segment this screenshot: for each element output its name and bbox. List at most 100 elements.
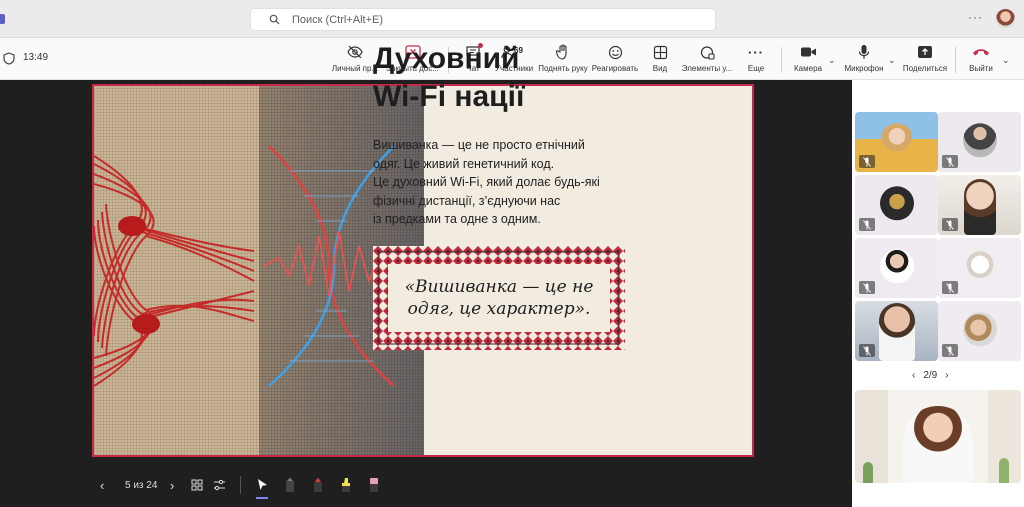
red-pen-icon xyxy=(314,477,322,492)
participant-video xyxy=(964,179,996,235)
slide-quote-line2: одяг, це характер». xyxy=(407,299,591,319)
slide-title-line2: Wi-Fi нації xyxy=(373,80,525,113)
share-screen-icon xyxy=(918,46,932,58)
meeting-timer: 13:49 xyxy=(23,52,49,63)
mic-muted-icon xyxy=(942,344,958,357)
participant-video-tile[interactable] xyxy=(938,238,1021,298)
plant-decoration xyxy=(863,462,873,483)
camera-icon xyxy=(800,47,816,57)
slide-quote: «Вишиванка — це не одяг, це характер». xyxy=(388,264,610,332)
participant-video-tile[interactable] xyxy=(938,175,1021,235)
profile-avatar[interactable] xyxy=(996,9,1015,28)
participant-video-tile[interactable] xyxy=(855,238,938,298)
leave-button[interactable]: Выйти xyxy=(966,43,996,77)
slide-quote-line1: «Вишиванка — це не xyxy=(404,277,594,297)
plant-decoration xyxy=(999,458,1009,483)
more-options-icon[interactable]: ··· xyxy=(968,10,983,24)
chevron-right-icon: › xyxy=(170,477,175,493)
apps-icon xyxy=(700,45,715,60)
pen-tool-button[interactable] xyxy=(284,476,296,494)
cursor-arrow-icon xyxy=(258,479,267,490)
gallery-prev-chevron-icon[interactable]: ‹ xyxy=(912,370,915,381)
participant-photo xyxy=(879,123,914,158)
mic-muted-icon xyxy=(942,218,958,231)
camera-options-chevron-icon[interactable]: ⌄ xyxy=(828,55,836,66)
shield-icon[interactable] xyxy=(3,52,15,65)
grid-icon xyxy=(191,479,203,491)
eraser-tool-button[interactable] xyxy=(368,476,380,494)
slide-body-text: Вишиванка — це не просто етнічний одяг. … xyxy=(373,136,643,229)
toolbar-divider xyxy=(781,47,782,73)
slide-body-line: одяг. Це живий генетичний код. xyxy=(373,156,555,171)
previous-slide-button[interactable]: ‹ xyxy=(100,476,104,494)
gallery-page-indicator: 2/9 xyxy=(923,370,938,381)
slide-title: Духовний Wi-Fi нації xyxy=(373,40,633,116)
more-label: Еще xyxy=(747,64,765,73)
more-button[interactable]: ··· Еще xyxy=(744,43,768,77)
slide-body-line: Це духовний Wi-Fi, який долає будь-які xyxy=(373,175,600,189)
sliders-icon xyxy=(214,479,225,491)
participant-video-tile[interactable] xyxy=(855,112,938,172)
participant-video-tile[interactable] xyxy=(938,112,1021,172)
highlighter-icon xyxy=(342,478,350,492)
search-icon xyxy=(269,14,280,25)
view-button[interactable]: Вид xyxy=(648,43,672,77)
slide-body-line: фізичні дистанції, з’єднуючи нас xyxy=(373,193,561,208)
slide-body-line: Вишиванка — це не просто етнічний xyxy=(373,138,585,152)
self-video-preview[interactable] xyxy=(855,390,1021,483)
participant-avatar xyxy=(879,249,914,284)
hang-up-icon xyxy=(973,49,989,56)
view-label: Вид xyxy=(652,64,668,73)
apps-button[interactable]: Элементы у... xyxy=(682,43,732,77)
mic-muted-icon xyxy=(859,281,875,294)
presenter-video xyxy=(903,406,973,483)
red-pen-tool-button[interactable] xyxy=(312,476,324,494)
participant-video-tile[interactable] xyxy=(855,301,938,361)
controls-divider xyxy=(240,476,241,494)
participant-avatar xyxy=(962,123,997,158)
share-button[interactable]: Поделиться xyxy=(902,43,948,77)
leave-label: Выйти xyxy=(969,64,993,73)
share-label: Поделиться xyxy=(902,64,948,73)
toolbar-divider xyxy=(955,47,956,73)
camera-label: Камера xyxy=(794,64,822,73)
slide-title-line1: Духовний xyxy=(373,42,520,75)
active-tool-indicator xyxy=(256,497,268,499)
slide-page-indicator: 5 из 24 xyxy=(125,479,158,491)
participant-video-tile[interactable] xyxy=(938,301,1021,361)
mic-button[interactable]: Микрофон xyxy=(842,43,886,77)
next-slide-button[interactable]: › xyxy=(170,476,174,494)
participant-avatar xyxy=(962,249,997,284)
slide-grid-button[interactable] xyxy=(191,476,203,494)
slide-body-line: із предками та одне з одним. xyxy=(373,212,541,226)
pointer-tool-button[interactable] xyxy=(256,476,268,494)
more-dots-icon: ··· xyxy=(748,44,764,60)
microphone-icon xyxy=(858,45,870,59)
gallery-next-chevron-icon[interactable]: › xyxy=(945,370,948,381)
camera-button[interactable]: Камера xyxy=(792,43,824,77)
search-box[interactable]: Поиск (Ctrl+Alt+E) xyxy=(250,8,716,31)
highlighter-tool-button[interactable] xyxy=(340,476,352,494)
mic-muted-icon xyxy=(859,155,875,168)
mic-options-chevron-icon[interactable]: ⌄ xyxy=(888,55,896,66)
mic-label: Микрофон xyxy=(844,64,884,73)
gallery-pager: ‹ 2/9 › xyxy=(912,370,949,381)
participant-avatar xyxy=(879,186,914,221)
mic-muted-icon xyxy=(942,155,958,168)
leave-options-chevron-icon[interactable]: ⌄ xyxy=(1002,55,1010,66)
presenter-settings-button[interactable] xyxy=(213,476,226,494)
eraser-icon xyxy=(370,478,378,492)
participant-video xyxy=(879,303,915,361)
teams-logo-icon[interactable] xyxy=(0,14,5,24)
mic-muted-icon xyxy=(859,344,875,357)
participant-avatar xyxy=(962,312,997,347)
mic-muted-icon xyxy=(859,218,875,231)
participant-video-tile[interactable] xyxy=(855,175,938,235)
layout-grid-icon xyxy=(653,45,667,59)
chevron-left-icon: ‹ xyxy=(100,477,105,493)
pen-icon xyxy=(286,477,294,492)
private-view-label: Личный пр... xyxy=(331,64,379,73)
eye-off-icon xyxy=(347,45,363,59)
apps-label: Элементы у... xyxy=(681,64,733,73)
mic-muted-icon xyxy=(942,281,958,294)
